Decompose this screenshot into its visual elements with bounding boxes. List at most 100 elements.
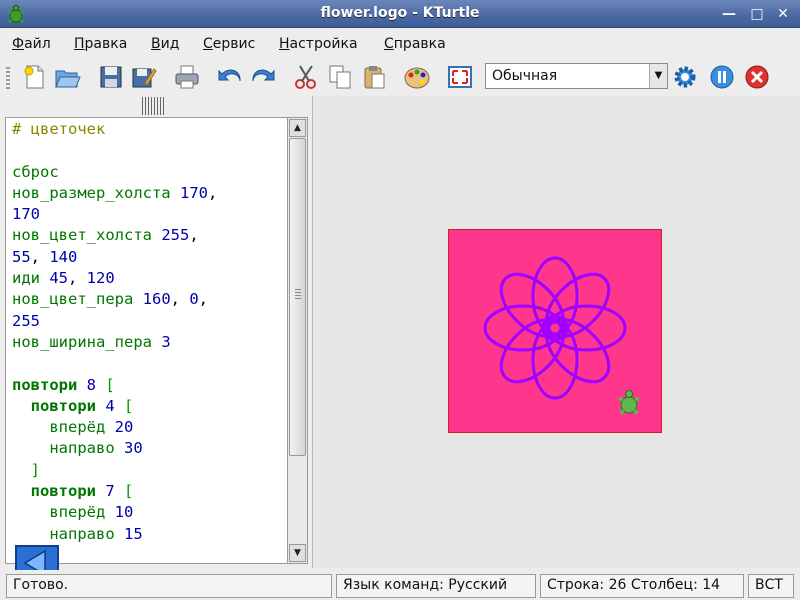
code-lines: # цветочек сброс нов_размер_холста 170, 17…: [6, 118, 287, 545]
chevron-down-icon[interactable]: ▼: [649, 64, 667, 88]
fullscreen-icon[interactable]: [446, 63, 474, 91]
scroll-up-icon[interactable]: ▲: [289, 119, 306, 137]
code-token: 140: [49, 247, 78, 266]
code-token: 0: [189, 290, 199, 309]
code-line: сброс: [12, 162, 287, 183]
code-line: нов_размер_холста 170,: [12, 183, 287, 204]
code-token: 4: [105, 396, 115, 415]
status-bar: Готово. Язык команд: Русский Строка: 26 …: [0, 570, 800, 600]
code-token: направо: [12, 439, 124, 458]
paste-icon[interactable]: [360, 63, 388, 91]
code-line: 170: [12, 204, 287, 225]
speed-select[interactable]: Обычная ▼: [485, 63, 668, 89]
code-token: [: [114, 396, 134, 415]
save-as-icon[interactable]: [129, 63, 157, 91]
menu-help[interactable]: Справка: [384, 36, 446, 52]
code-token: повтори: [30, 482, 96, 501]
splitter-handle[interactable]: [142, 97, 164, 115]
scroll-down-icon[interactable]: ▼: [289, 544, 306, 562]
code-token: ,: [30, 247, 50, 266]
menu-tools[interactable]: Сервис: [203, 36, 255, 52]
minimize-icon[interactable]: —: [719, 4, 739, 24]
code-line: нов_ширина_пера 3: [12, 332, 287, 353]
menu-file[interactable]: Файл: [12, 36, 51, 52]
status-mode: ВСТ: [748, 574, 794, 598]
color-picker-icon[interactable]: [403, 63, 431, 91]
title-bar: flower.logo - KTurtle — □ ✕: [0, 0, 800, 28]
code-token: 120: [86, 269, 115, 288]
code-line: нов_цвет_холста 255,: [12, 225, 287, 246]
code-token: 45: [49, 269, 68, 288]
code-line: повтори 7 [: [12, 481, 287, 502]
status-message: Готово.: [6, 574, 332, 598]
menu-edit[interactable]: Правка: [74, 36, 127, 52]
code-token: 20: [114, 418, 134, 437]
save-icon[interactable]: [97, 63, 125, 91]
code-line: # цветочек: [12, 119, 287, 140]
code-token: нов_цвет_холста: [12, 226, 162, 245]
new-file-icon[interactable]: [21, 63, 49, 91]
print-icon[interactable]: [173, 63, 201, 91]
code-token: 8: [86, 375, 97, 394]
open-icon[interactable]: [53, 63, 81, 91]
status-position: Строка: 26 Столбец: 14: [540, 574, 744, 598]
code-line: ]: [12, 460, 287, 481]
code-token: ,: [207, 183, 218, 202]
code-token: вперёд: [12, 418, 115, 437]
code-line: повтори 4 [: [12, 396, 287, 417]
copy-icon[interactable]: [326, 63, 354, 91]
window-title: flower.logo - KTurtle: [320, 5, 480, 21]
code-line: иди 45, 120: [12, 268, 287, 289]
code-token: нов_ширина_пера: [12, 332, 162, 351]
maximize-icon[interactable]: □: [747, 4, 767, 24]
redo-icon[interactable]: [249, 63, 277, 91]
undo-icon[interactable]: [216, 63, 244, 91]
code-token: ,: [68, 269, 87, 288]
code-line: 255: [12, 311, 287, 332]
code-line: вперёд 20: [12, 417, 287, 438]
code-token: нов_цвет_пера: [12, 290, 143, 309]
stop-icon[interactable]: [743, 63, 771, 91]
close-icon[interactable]: ✕: [773, 4, 793, 24]
code-token: 55: [12, 247, 31, 266]
code-token: ]: [12, 460, 40, 479]
code-token: вперёд: [12, 503, 115, 522]
menu-view[interactable]: Вид: [151, 36, 179, 52]
code-line: направо 15: [12, 524, 287, 545]
code-token: повтори: [30, 396, 96, 415]
toolbar-grip[interactable]: [6, 67, 10, 89]
status-language: Язык команд: Русский: [336, 574, 536, 598]
cut-icon[interactable]: [292, 63, 320, 91]
code-line: нов_цвет_пера 160, 0,: [12, 289, 287, 310]
editor-scrollbar[interactable]: ▲ ▼: [288, 117, 308, 564]
code-token: ,: [189, 226, 199, 245]
code-editor[interactable]: # цветочек сброс нов_размер_холста 170, 17…: [5, 117, 288, 564]
code-token: 3: [161, 332, 171, 351]
scrollbar-thumb[interactable]: [289, 138, 306, 456]
code-token: 15: [123, 524, 143, 543]
code-token: ,: [198, 290, 209, 309]
run-icon[interactable]: [671, 63, 699, 91]
code-token: # цветочек: [12, 120, 106, 138]
code-token: [: [96, 375, 115, 394]
code-token: ,: [170, 290, 190, 309]
code-token: 10: [114, 503, 134, 522]
menu-settings[interactable]: Настройка: [279, 36, 358, 52]
code-token: 170: [179, 183, 208, 202]
pause-icon[interactable]: [708, 63, 736, 91]
code-line: вперёд 10: [12, 502, 287, 523]
code-token: повтори: [12, 375, 78, 394]
code-line: повтори 8 [: [12, 375, 287, 396]
menu-bar: Файл Правка Вид Сервис Настройка Справка: [0, 29, 800, 59]
code-token: 7: [105, 482, 115, 501]
code-token: [: [114, 482, 134, 501]
code-token: иди: [12, 269, 50, 288]
turtle-icon: [618, 390, 640, 415]
toolbar: [0, 59, 800, 95]
